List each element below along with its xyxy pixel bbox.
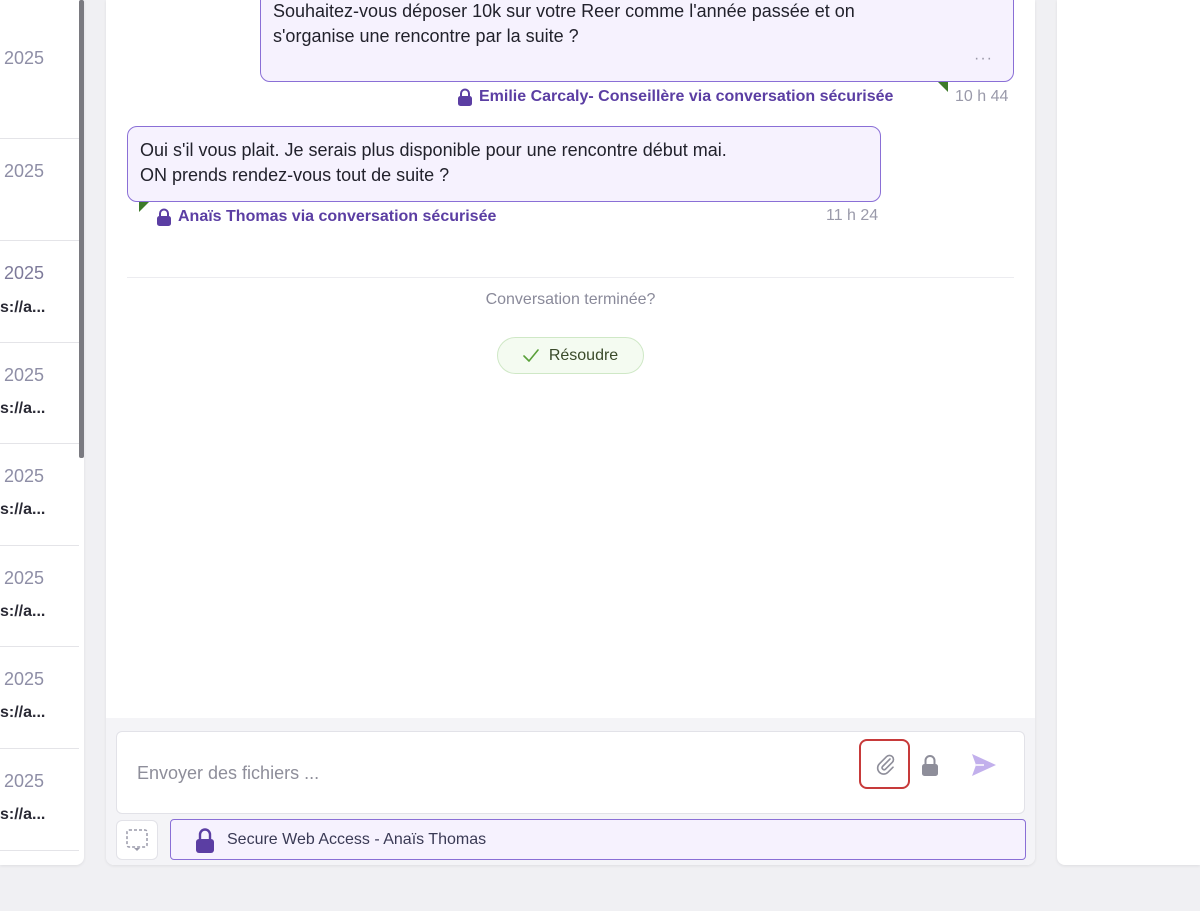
thread-divider (127, 277, 1014, 278)
message-bubble-incoming: Oui s'il vous plait. Je serais plus disp… (127, 126, 881, 202)
check-icon (523, 348, 539, 362)
resolve-button[interactable]: Résoudre (497, 337, 644, 374)
message-text-line: s'organise une rencontre par la suite ? (273, 26, 579, 46)
lock-icon (922, 755, 938, 776)
list-item[interactable]: . 2025 (0, 0, 79, 139)
list-item-date: . 2025 (0, 263, 45, 283)
right-panel (1057, 0, 1200, 865)
lock-icon (157, 208, 171, 226)
channel-selector[interactable]: Secure Web Access - Anaïs Thomas (170, 819, 1026, 860)
lock-icon (196, 827, 214, 853)
message-text-line: Oui s'il vous plait. Je serais plus disp… (140, 140, 727, 160)
chat-panel: Souhaitez-vous déposer 10k sur votre Ree… (106, 0, 1035, 865)
list-item-link: s://a... (0, 299, 46, 316)
message-time: 11 h 24 (826, 207, 879, 224)
list-item-link: s://a... (0, 806, 46, 823)
list-item-link: s://a... (0, 603, 46, 620)
list-item-link: s://a... (0, 501, 46, 518)
resolve-button-label: Résoudre (548, 346, 619, 364)
composer-area: Secure Web Access - Anaïs Thomas (106, 718, 1035, 865)
selection-tool-button[interactable] (116, 820, 158, 860)
bubble-tail (139, 202, 149, 212)
attach-file-button[interactable] (859, 739, 910, 789)
send-icon (972, 754, 996, 776)
more-options-icon[interactable]: ··· (974, 46, 993, 71)
list-item[interactable]: . 2025 (0, 139, 79, 241)
list-item[interactable]: . 2025 s://a... (0, 343, 79, 444)
send-button[interactable] (968, 750, 1000, 780)
list-item[interactable]: . 2025 s://a... (0, 749, 79, 851)
paperclip-icon (876, 754, 894, 775)
list-item-date: . 2025 (0, 771, 45, 791)
message-thread: Souhaitez-vous déposer 10k sur votre Ree… (106, 0, 1035, 718)
conversation-list: . 2025 . 2025 . 2025 s://a... . 2025 s:/… (0, 0, 84, 865)
list-item-link: s://a... (0, 400, 46, 417)
list-item[interactable]: . 2025 s://a... (0, 647, 79, 749)
dashed-select-icon (126, 829, 148, 851)
lock-icon (458, 88, 472, 106)
bubble-tail (938, 82, 948, 92)
list-item-date: . 2025 (0, 568, 45, 588)
list-item-date: . 2025 (0, 669, 45, 689)
list-item-date: . 2025 (0, 365, 45, 385)
sender-name: Emilie Carcaly- Conseillère via conversa… (479, 88, 894, 105)
message-composer (116, 731, 1025, 814)
list-scrollbar[interactable] (79, 0, 84, 458)
sender-name: Anaïs Thomas via conversation sécurisée (178, 208, 497, 225)
message-sender: Emilie Carcaly- Conseillère via conversa… (457, 88, 893, 106)
message-text-line: ON prends rendez-vous tout de suite ? (140, 165, 450, 185)
channel-label: Secure Web Access - Anaïs Thomas (227, 830, 487, 848)
list-item[interactable]: . 2025 s://a... (0, 546, 79, 647)
message-sender: Anaïs Thomas via conversation sécurisée (156, 208, 496, 226)
message-text-line: Souhaitez-vous déposer 10k sur votre Ree… (273, 1, 855, 21)
message-bubble-outgoing: Souhaitez-vous déposer 10k sur votre Ree… (260, 0, 1014, 82)
message-input[interactable] (137, 758, 837, 788)
list-item-link: s://a... (0, 704, 46, 721)
list-item[interactable]: . 2025 s://a... (0, 444, 79, 546)
list-item-date: . 2025 (0, 466, 45, 486)
message-time: 10 h 44 (955, 88, 1009, 105)
list-item[interactable]: . 2025 s://a... (0, 241, 79, 343)
list-item-date: . 2025 (0, 161, 45, 181)
list-item-date: . 2025 (0, 48, 45, 68)
conversation-ended-prompt: Conversation terminée? (485, 291, 656, 308)
secure-lock-button[interactable] (919, 752, 941, 778)
